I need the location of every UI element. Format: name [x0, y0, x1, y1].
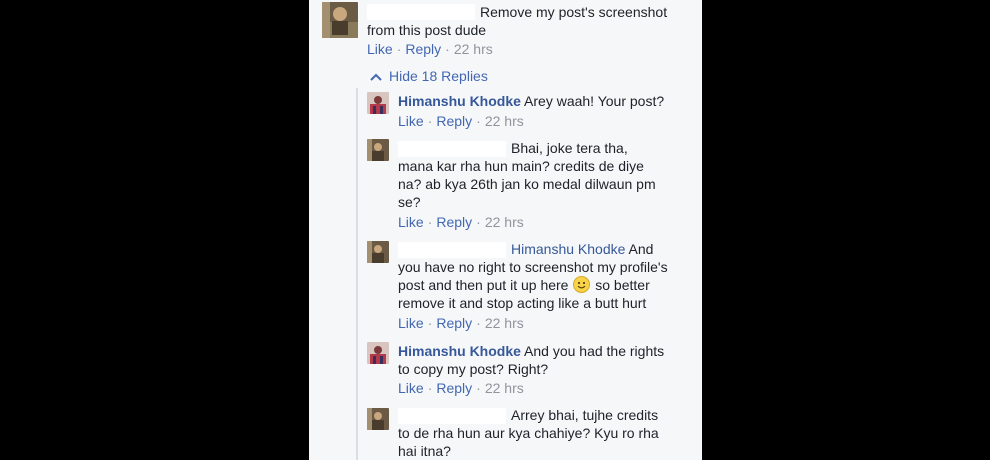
separator-dot: ·	[476, 113, 481, 129]
reply-actions: Like · Reply · 22 hrs	[398, 112, 524, 130]
separator-dot: ·	[427, 380, 433, 396]
reply-avatar[interactable]	[367, 139, 389, 161]
reply-link[interactable]: Reply	[405, 41, 441, 57]
reply-text-line: Himanshu Khodke And you had the rights	[398, 342, 664, 360]
thread-line	[356, 88, 358, 460]
author-name[interactable]: Himanshu Khodke	[398, 343, 521, 359]
reply-message: And	[628, 241, 654, 257]
comment-text-line: Remove my post's screenshot	[480, 4, 668, 20]
redacted-name	[398, 242, 506, 258]
hide-replies-toggle[interactable]: Hide 18 Replies	[369, 67, 488, 86]
comment-actions: Like · Reply · 22 hrs	[367, 40, 493, 58]
reply-message: And you had the rights	[524, 343, 665, 359]
like-link[interactable]: Like	[398, 380, 424, 396]
reply-text-line: na? ab kya 26th jan ko medal dilwaun pm	[398, 176, 656, 192]
separator-dot: ·	[427, 214, 433, 230]
redacted-name	[398, 141, 506, 157]
separator-dot: ·	[476, 380, 481, 396]
like-link[interactable]: Like	[398, 315, 424, 331]
timestamp[interactable]: 22 hrs	[485, 315, 524, 331]
separator-dot: ·	[476, 214, 481, 230]
smiley-emoji-icon	[573, 276, 591, 293]
mention-link[interactable]: Himanshu Khodke	[511, 241, 625, 257]
reply-message: so better	[595, 277, 650, 293]
timestamp[interactable]: 22 hrs	[454, 41, 493, 57]
like-link[interactable]: Like	[398, 214, 424, 230]
reply-link[interactable]: Reply	[436, 214, 472, 230]
reply-actions: Like · Reply · 22 hrs	[398, 314, 524, 332]
like-link[interactable]: Like	[367, 41, 393, 57]
separator-dot: ·	[445, 41, 450, 57]
reply-text-line: Arrey bhai, tujhe credits	[511, 407, 659, 423]
reply-text-line: remove it and stop acting like a butt hu…	[398, 295, 647, 311]
separator-dot: ·	[396, 41, 402, 57]
reply-text-line: to de rha hun aur kya chahiye? Kyu ro rh…	[398, 425, 659, 441]
reply-link[interactable]: Reply	[436, 380, 472, 396]
reply-avatar[interactable]	[367, 92, 389, 114]
reply-text-line: Bhai, joke tera tha,	[511, 140, 628, 156]
timestamp[interactable]: 22 hrs	[485, 380, 524, 396]
separator-dot: ·	[476, 315, 481, 331]
reply-message: Arey waah! Your post?	[524, 93, 665, 109]
reply-text-line: you have no right to screenshot my profi…	[398, 259, 668, 275]
timestamp[interactable]: 22 hrs	[485, 113, 524, 129]
reply-message: post and then put it up here	[398, 277, 569, 293]
redacted-name	[367, 4, 475, 20]
reply-link[interactable]: Reply	[436, 113, 472, 129]
reply-text-line: Himanshu Khodke And	[511, 240, 653, 258]
reply-avatar[interactable]	[367, 342, 389, 364]
comments-panel: Remove my post's screenshot from this po…	[309, 0, 702, 460]
reply-actions: Like · Reply · 22 hrs	[398, 213, 524, 231]
reply-text-line: post and then put it up here so better	[398, 276, 650, 294]
separator-dot: ·	[427, 113, 433, 129]
reply-avatar[interactable]	[367, 408, 389, 430]
reply-text-line: to copy my post? Right?	[398, 361, 549, 377]
comment-text-line: from this post dude	[367, 22, 487, 38]
redacted-name	[398, 408, 506, 424]
timestamp[interactable]: 22 hrs	[485, 214, 524, 230]
like-link[interactable]: Like	[398, 113, 424, 129]
reply-actions: Like · Reply · 22 hrs	[398, 379, 524, 397]
author-name[interactable]: Himanshu Khodke	[398, 93, 521, 109]
hide-replies-label: Hide 18 Replies	[389, 68, 488, 84]
chevron-up-icon	[369, 68, 383, 86]
reply-link[interactable]: Reply	[436, 315, 472, 331]
reply-text-line: mana kar rha hun main? credits de diye	[398, 158, 644, 174]
commenter-avatar[interactable]	[322, 2, 358, 38]
reply-text-line: se?	[398, 194, 421, 210]
reply-text: Himanshu Khodke Arey waah! Your post?	[398, 92, 664, 110]
reply-avatar[interactable]	[367, 241, 389, 263]
separator-dot: ·	[427, 315, 433, 331]
reply-text-line: hai itna?	[398, 443, 451, 459]
